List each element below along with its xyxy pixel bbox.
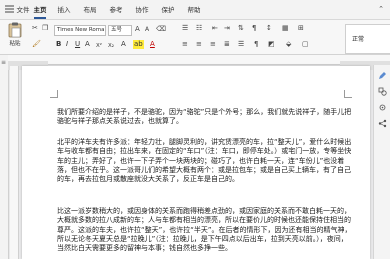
ribbon-tab-bar: 文件 主页 插入 布局 参考 协作 保护 帮助 ⌃ [0,0,390,20]
document-paragraph[interactable]: 北平的洋车夫有许多派：年轻力壮，腿脚灵利的，讲究赁漂亮的车，拉“整天儿”，爱什么… [57,138,352,184]
navigation-icon[interactable]: ≡ [1,59,6,66]
superscript-icon[interactable]: X² [96,42,102,51]
align-center-icon[interactable]: ≡ [196,40,202,49]
subscript-icon[interactable]: X₂ [108,42,114,51]
ribbon-toolbar: 粘贴 ✂ ❐ 🖌 Times New Roma 五号 A A ⌫ B I U A… [0,20,390,55]
margin-corner-mark [344,90,352,98]
bold-icon[interactable]: B [56,40,61,49]
copy-icon[interactable]: ❐ [42,24,48,33]
clipboard-icon [8,22,22,38]
decrease-indent-icon[interactable]: ⇤ [212,24,218,33]
settings-icon[interactable] [378,103,387,112]
grow-font-icon[interactable]: A [135,25,140,34]
strikethrough-icon[interactable]: A [85,40,90,49]
style-gallery[interactable]: 正常 [345,24,390,54]
table-icon[interactable]: ⊞ [298,24,304,33]
style-normal[interactable]: 正常 [352,34,364,43]
shading-icon[interactable]: ◩ [268,40,275,49]
document-page[interactable]: 我们所要介绍的是祥子，不是骆驼，因为“骆驼”只是个外号；那么，我们就先说祥子，随… [22,66,370,259]
text-effect-icon[interactable]: A [121,40,126,49]
tab-protect[interactable]: 保护 [160,3,176,17]
distributed-icon[interactable]: ☰ [238,40,244,49]
show-marks-icon[interactable]: ¶ [252,24,256,33]
paste-label: 粘贴 [9,41,21,47]
tab-collaborate[interactable]: 协作 [134,3,150,17]
borders-icon[interactable]: ▦ [282,24,289,33]
underline-icon[interactable]: U [75,40,80,49]
highlight-icon[interactable]: ab [133,40,144,49]
justify-icon[interactable]: ≣ [224,40,230,49]
vertical-ruler[interactable] [10,66,19,259]
numbered-list-icon[interactable]: ☷ [196,24,202,33]
collapse-ribbon-icon[interactable]: ⌃ [378,5,384,13]
left-navigation-rail: ≡ [0,55,9,259]
font-size-select[interactable]: 五号 [108,25,132,36]
align-right-icon[interactable]: ≡ [210,40,216,49]
line-spacing-icon[interactable]: ↕ [266,24,272,33]
italic-icon[interactable]: I [66,40,68,49]
tab-file[interactable]: 文件 [16,3,30,17]
paragraph-mark-icon[interactable]: ¶ [254,40,258,49]
shapes-icon[interactable] [378,87,387,96]
sort-icon[interactable]: ⇅ [238,24,244,33]
fill-color-icon[interactable]: ⬙ [286,40,291,49]
tab-help[interactable]: 帮助 [186,3,202,17]
menu-icon[interactable] [4,4,15,14]
horizontal-ruler[interactable] [8,55,390,70]
font-color-icon[interactable]: A [150,40,155,49]
cut-icon[interactable]: ✂ [32,24,38,33]
increase-indent-icon[interactable]: ⇥ [224,24,230,33]
tab-references[interactable]: 参考 [108,3,124,17]
paste-button[interactable]: 粘贴 [4,22,26,52]
shrink-font-icon[interactable]: A [145,25,149,34]
clear-format-icon[interactable]: ⌫ [156,25,166,34]
format-painter-icon[interactable]: 🖌 [32,40,41,49]
right-side-panel [373,65,390,259]
border-style-icon[interactable]: ▢ [302,40,309,49]
margin-corner-mark [50,90,58,98]
tab-insert[interactable]: 插入 [56,3,72,17]
share-icon[interactable] [378,119,387,128]
pen-icon[interactable] [378,71,387,80]
document-paragraph[interactable]: 比这一派岁数稍大的，或因身体的关系而跑得稍差点劲的，或因家庭的关系而不敢白耗一天… [57,207,352,253]
bullet-list-icon[interactable]: ☰ [182,24,188,33]
document-paragraph[interactable]: 我们所要介绍的是祥子，不是骆驼，因为“骆驼”只是个外号；那么，我们就先说祥子，随… [57,108,352,127]
tab-home[interactable]: 主页 [32,3,48,19]
tab-layout[interactable]: 布局 [82,3,98,17]
align-left-icon[interactable]: ≡ [182,40,188,49]
font-name-select[interactable]: Times New Roma [54,25,106,36]
